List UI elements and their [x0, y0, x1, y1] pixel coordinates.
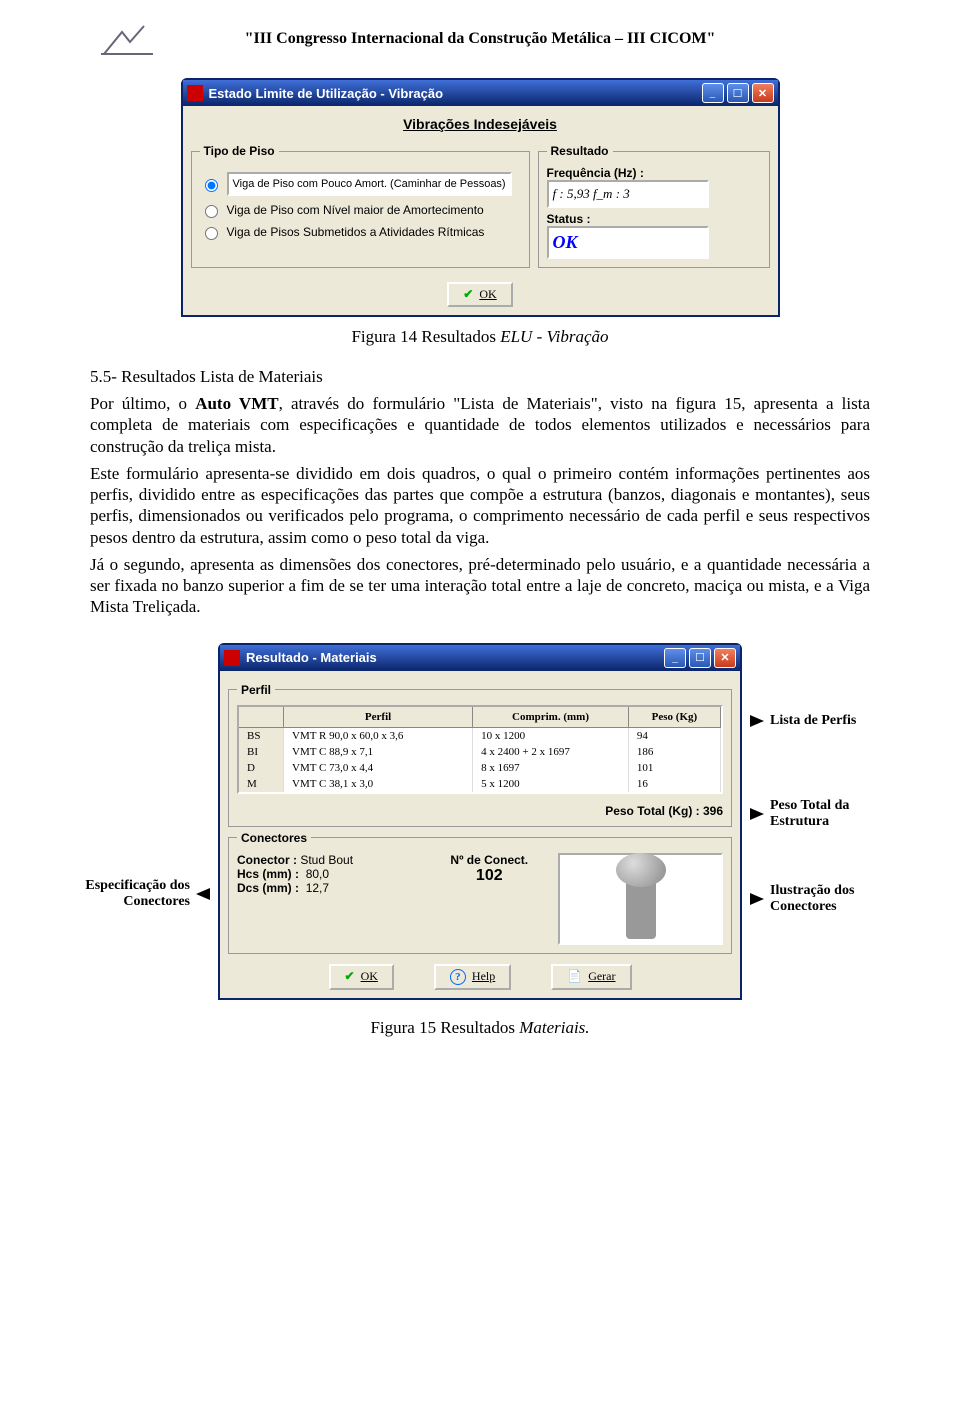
- paragraph-2: Este formulário apresenta-se dividido em…: [90, 463, 870, 548]
- radio-opt3-label: Viga de Pisos Submetidos a Atividades Rí…: [227, 225, 485, 239]
- legend-conectores: Conectores: [237, 831, 311, 845]
- nconect-value: 102: [428, 867, 550, 885]
- ok-button[interactable]: ✔OK: [329, 964, 394, 990]
- window-vibracao: Estado Limite de Utilização - Vibração _…: [181, 78, 780, 317]
- radio-opt1[interactable]: [205, 179, 218, 192]
- annotation-ilustracao: Ilustração dos Conectores: [750, 883, 880, 915]
- help-button[interactable]: ?Help: [434, 964, 511, 990]
- close-button[interactable]: ✕: [752, 83, 774, 103]
- table-row: DVMT C 73,0 x 4,48 x 1697101: [239, 760, 721, 776]
- radio-opt2-label: Viga de Piso com Nível maior de Amorteci…: [227, 203, 484, 217]
- radio-opt2[interactable]: [205, 205, 218, 218]
- app-icon: [224, 650, 240, 666]
- dcs-value: 12,7: [306, 881, 329, 895]
- peso-total: Peso Total (Kg) : 396: [237, 804, 723, 818]
- group-perfil: Perfil Perfil Comprim. (mm) Peso (Kg) BS…: [228, 683, 732, 827]
- window-materiais: Resultado - Materiais _ ☐ ✕ Perfil Perfi…: [218, 643, 742, 1000]
- annotation-lista-perfis: Lista de Perfis: [750, 713, 880, 729]
- check-icon: ✔: [345, 969, 355, 984]
- nconect-label: Nº de Conect.: [450, 853, 528, 867]
- radio-opt3[interactable]: [205, 227, 218, 240]
- legend-perfil: Perfil: [237, 683, 275, 697]
- status-value: OK: [553, 232, 578, 252]
- minimize-button[interactable]: _: [664, 648, 686, 668]
- logo-icon: [100, 20, 156, 67]
- freq-value: f : 5,93 f_m : 3: [547, 180, 709, 208]
- freq-label: Frequência (Hz) :: [547, 166, 761, 180]
- app-icon: [187, 85, 203, 101]
- paragraph-3: Já o segundo, apresenta as dimensões dos…: [90, 554, 870, 618]
- figure-15-caption: Figura 15 Resultados Materiais.: [370, 1018, 589, 1037]
- gerar-button[interactable]: 📄Gerar: [551, 964, 631, 990]
- legend-resultado: Resultado: [547, 144, 613, 158]
- table-row: BSVMT R 90,0 x 60,0 x 3,610 x 120094: [239, 727, 721, 744]
- group-resultado: Resultado Frequência (Hz) : f : 5,93 f_m…: [538, 144, 770, 268]
- status-label: Status :: [547, 212, 761, 226]
- col-comprim: Comprim. (mm): [473, 707, 629, 728]
- annotation-peso-total: Peso Total da Estrutura: [750, 798, 880, 830]
- group-tipo-piso: Tipo de Piso Viga de Piso com Pouco Amor…: [191, 144, 530, 268]
- col-perfil: Perfil: [284, 707, 473, 728]
- minimize-button[interactable]: _: [702, 83, 724, 103]
- close-button[interactable]: ✕: [714, 648, 736, 668]
- help-icon: ?: [450, 969, 466, 985]
- check-icon: ✔: [463, 287, 473, 302]
- window-title: Resultado - Materiais: [246, 650, 661, 665]
- ok-button[interactable]: ✔OK: [447, 282, 512, 307]
- page-header: "III Congresso Internacional da Construç…: [90, 30, 870, 48]
- window-title: Estado Limite de Utilização - Vibração: [209, 86, 699, 101]
- perfil-table: Perfil Comprim. (mm) Peso (Kg) BSVMT R 9…: [239, 707, 721, 792]
- dialog-heading: Vibrações Indesejáveis: [191, 116, 770, 132]
- document-icon: 📄: [567, 969, 582, 984]
- legend-tipo: Tipo de Piso: [200, 144, 279, 158]
- table-row: BIVMT C 88,9 x 7,14 x 2400 + 2 x 1697186: [239, 744, 721, 760]
- figure-14-caption: Figura 14 Resultados ELU - Vibração: [351, 327, 608, 346]
- group-conectores: Conectores Conector : Stud Bout Hcs (mm)…: [228, 831, 732, 954]
- stud-illustration: [626, 859, 656, 939]
- table-row: MVMT C 38,1 x 3,05 x 120016: [239, 776, 721, 792]
- paragraph-1: Por último, o Auto VMT, através do formu…: [90, 393, 870, 457]
- conector-value: Stud Bout: [300, 853, 353, 867]
- annotation-especificacao: Especificação dos Conectores: [80, 878, 210, 910]
- maximize-button[interactable]: ☐: [689, 648, 711, 668]
- col-peso: Peso (Kg): [628, 707, 720, 728]
- maximize-button[interactable]: ☐: [727, 83, 749, 103]
- section-heading: 5.5- Resultados Lista de Materiais: [90, 367, 870, 387]
- radio-opt1-label: Viga de Piso com Pouco Amort. (Caminhar …: [227, 172, 512, 196]
- hcs-value: 80,0: [306, 867, 329, 881]
